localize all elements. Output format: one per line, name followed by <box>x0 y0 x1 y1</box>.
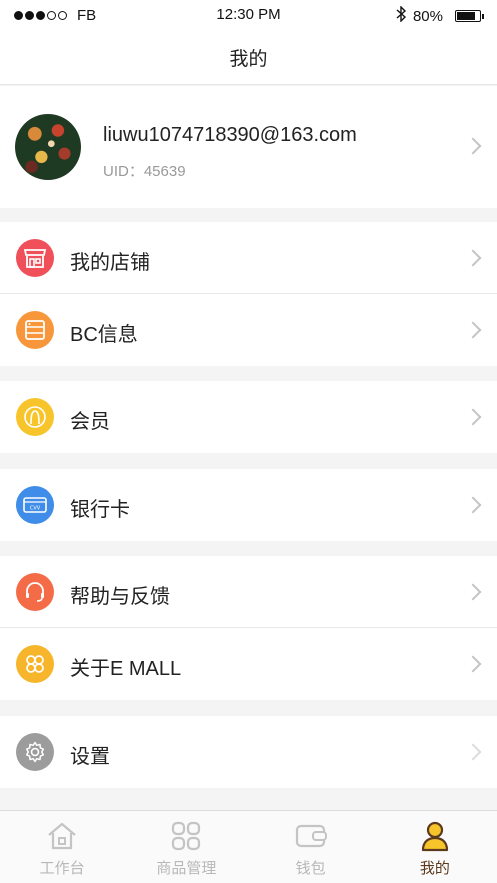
menu-item-label: 会员 <box>70 411 110 433</box>
tab-label: 商品管理 <box>156 860 217 877</box>
chevron-right-icon <box>464 321 482 339</box>
tab-bar: 工作台 商品管理 钱包 我的 <box>0 810 497 883</box>
menu-item-label: 我的店铺 <box>70 252 150 274</box>
profile-uid: UID：45639 <box>103 163 186 180</box>
tab-label: 钱包 <box>295 860 326 877</box>
status-bar: FB 12:30 PM 80% <box>0 0 497 30</box>
menu-item-bc-info[interactable]: BC信息 <box>0 294 497 366</box>
gear-icon <box>16 733 54 771</box>
menu-item-member[interactable]: 会员 <box>0 381 497 453</box>
member-icon <box>16 398 54 436</box>
grid-icon <box>172 821 201 851</box>
navigation-bar: 我的 <box>0 30 497 85</box>
chevron-right-icon <box>464 655 482 673</box>
battery-icon <box>455 10 484 22</box>
about-icon <box>16 645 54 683</box>
profile-email: liuwu1074718390@163.com <box>103 124 357 146</box>
chevron-right-icon <box>464 496 482 514</box>
chevron-right-icon <box>464 408 482 426</box>
menu-item-help-feedback[interactable]: 帮助与反馈 <box>0 556 497 628</box>
bc-info-icon <box>16 311 54 349</box>
status-right: 80% <box>396 5 484 26</box>
menu-item-label: 银行卡 <box>70 499 130 521</box>
tab-wallet[interactable]: 钱包 <box>249 811 373 883</box>
menu-item-settings[interactable]: 设置 <box>0 716 497 788</box>
svg-text:CVV: CVV <box>30 506 41 512</box>
chevron-right-icon <box>464 743 482 761</box>
menu-item-label: 帮助与反馈 <box>70 586 170 608</box>
tab-label: 工作台 <box>39 860 85 877</box>
user-icon <box>421 821 448 852</box>
menu-item-about[interactable]: 关于E MALL <box>0 628 497 700</box>
menu-item-bank-card[interactable]: CVV 银行卡 <box>0 469 497 541</box>
menu-item-label: 设置 <box>70 746 110 768</box>
menu-item-label: BC信息 <box>70 324 138 346</box>
home-icon <box>48 822 76 850</box>
headset-icon <box>16 573 54 611</box>
battery-percent: 80% <box>412 7 443 25</box>
chevron-right-icon <box>464 137 482 155</box>
menu-item-store[interactable]: 我的店铺 <box>0 222 497 294</box>
bluetooth-icon <box>396 5 407 26</box>
chevron-right-icon <box>464 583 482 601</box>
tab-label: 我的 <box>419 860 450 877</box>
tab-mine[interactable]: 我的 <box>373 811 497 883</box>
page-title: 我的 <box>229 48 268 70</box>
wallet-icon <box>295 824 327 848</box>
bank-card-icon: CVV <box>16 486 54 524</box>
chevron-right-icon <box>464 249 482 267</box>
tab-product-management[interactable]: 商品管理 <box>124 811 248 883</box>
store-icon <box>16 239 54 277</box>
tab-workbench[interactable]: 工作台 <box>0 811 124 883</box>
profile-card[interactable]: liuwu1074718390@163.com UID：45639 <box>0 86 497 208</box>
avatar[interactable] <box>15 114 81 180</box>
menu-item-label: 关于E MALL <box>70 658 182 680</box>
